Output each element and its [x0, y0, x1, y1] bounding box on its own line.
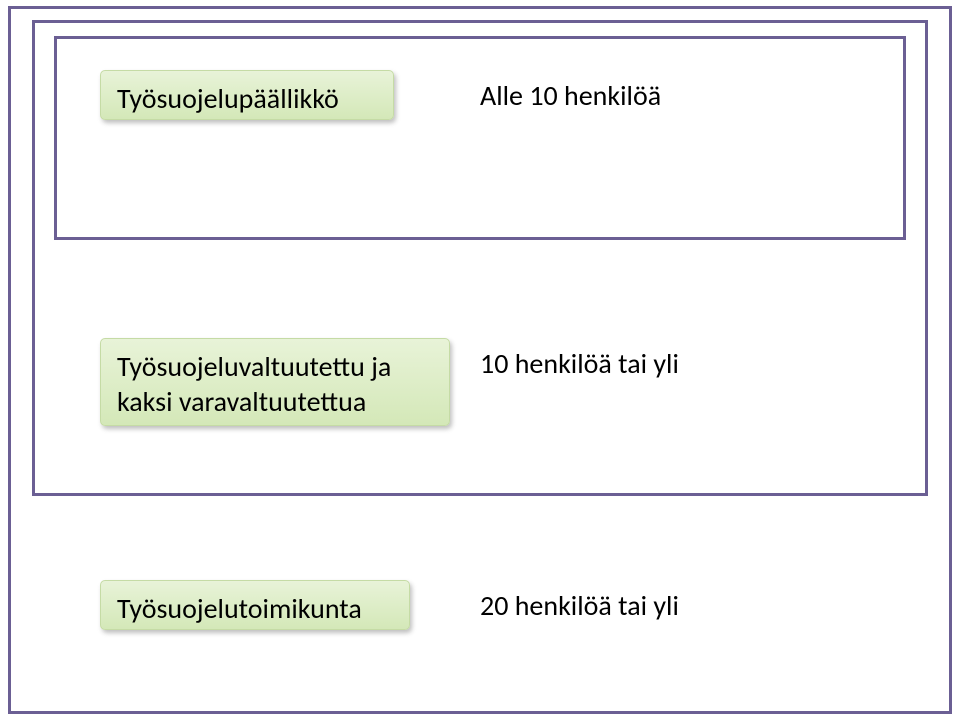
role-box-3: Työsuojelutoimikunta [100, 580, 410, 630]
role-box-1-text: Työsuojelupäällikkö [117, 81, 339, 116]
threshold-label-2: 10 henkilöä tai yli [480, 346, 679, 381]
inner-frame [54, 36, 906, 240]
threshold-label-1: Alle 10 henkilöä [480, 78, 661, 113]
threshold-label-3: 20 henkilöä tai yli [480, 588, 679, 623]
role-box-2: Työsuojeluvaltuutettu ja kaksi varavaltu… [100, 338, 450, 426]
role-box-3-text: Työsuojelutoimikunta [117, 591, 362, 626]
role-box-2-text: Työsuojeluvaltuutettu ja kaksi varavaltu… [117, 349, 391, 419]
role-box-1: Työsuojelupäällikkö [100, 70, 394, 120]
